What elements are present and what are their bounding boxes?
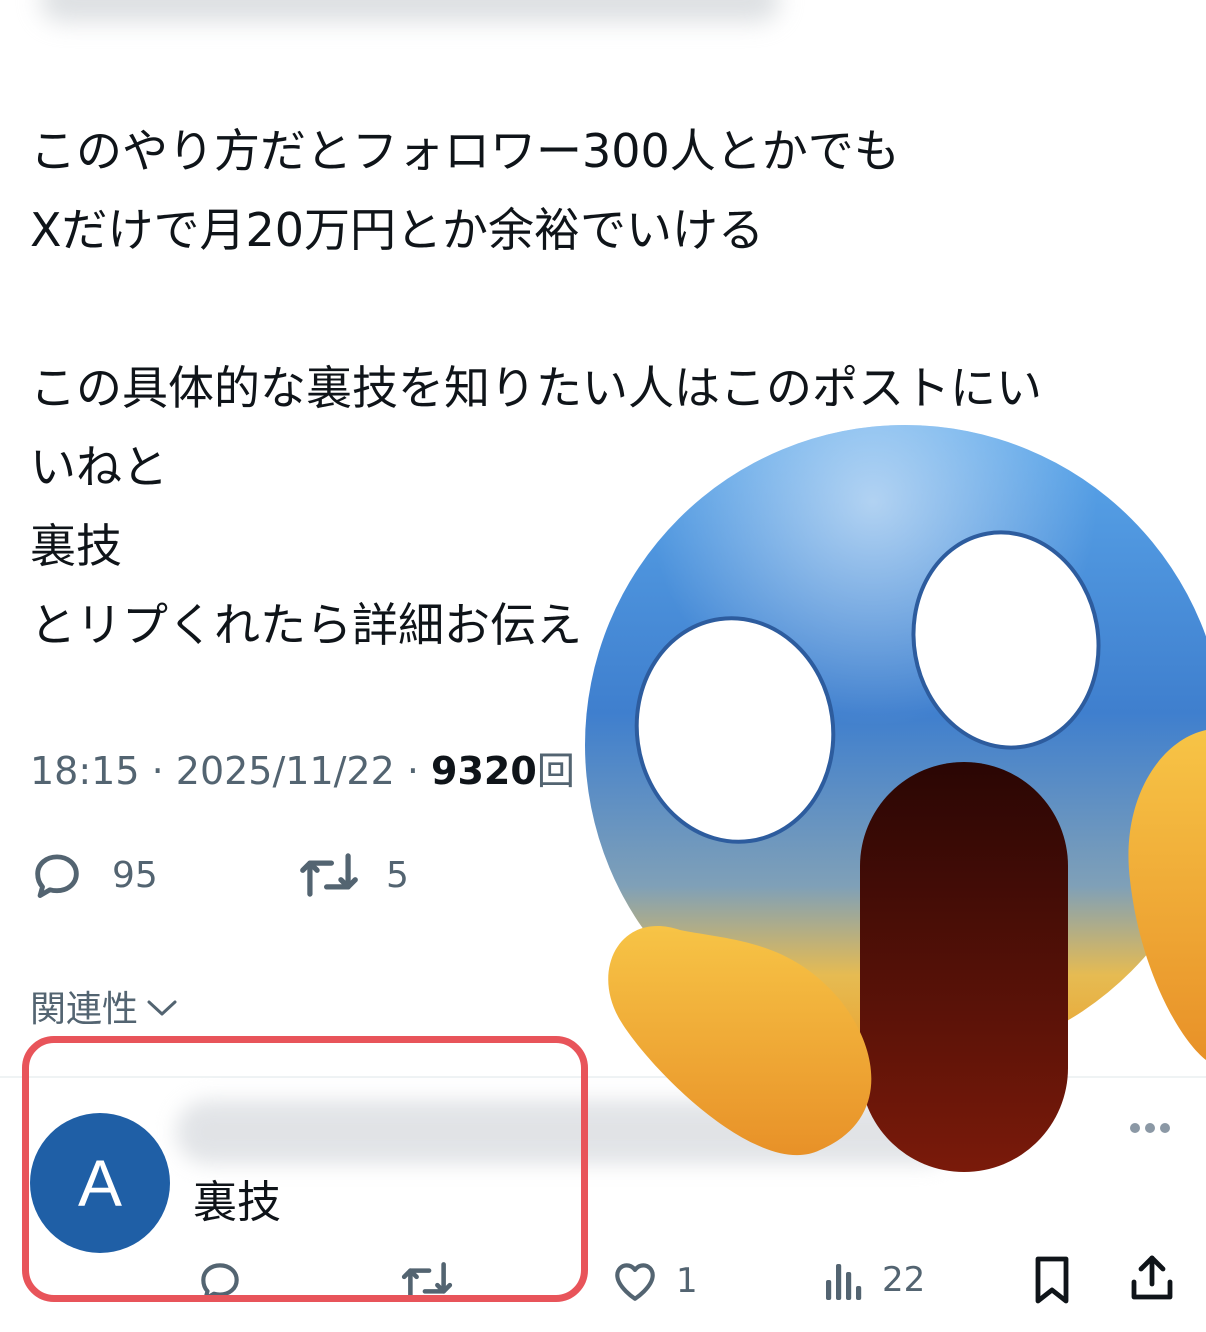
reply-button[interactable]: 95 [28,846,158,904]
reply-icon [28,846,86,904]
share-icon [1128,1252,1176,1304]
reply-like-count: 1 [676,1261,698,1301]
post-time: 18:15 [30,749,140,793]
reply-count: 95 [112,854,158,896]
repost-button[interactable]: 5 [298,846,409,904]
blurred-header [40,0,780,22]
post-meta: 18:15 · 2025/11/22 · 9320回 [30,749,575,793]
bookmark-icon [1030,1254,1074,1306]
screaming-face-emoji [560,410,1206,1200]
views-icon [820,1256,864,1304]
bookmark-button[interactable] [1030,1254,1074,1306]
reply-views-count: 22 [882,1260,926,1300]
post-line: Xだけで月20万円とか余裕でいける [30,203,765,257]
share-button[interactable] [1128,1252,1176,1304]
chevron-down-icon [146,986,178,1027]
sort-label: 関連性 [30,989,139,1030]
post-views-count[interactable]: 9320 [431,749,537,793]
heart-icon [610,1256,660,1306]
post-line [30,270,1170,349]
repost-icon [298,846,360,904]
post-line: このやり方だとフォロワー300人とかでも [30,124,900,178]
reply-sort-selector[interactable]: 関連性 [30,980,178,1032]
highlight-box [22,1036,588,1302]
reply-views-button[interactable]: 22 [820,1256,925,1304]
post-date: 2025/11/22 [175,749,395,793]
reply-like-button[interactable]: 1 [610,1256,698,1306]
repost-count: 5 [386,854,409,896]
